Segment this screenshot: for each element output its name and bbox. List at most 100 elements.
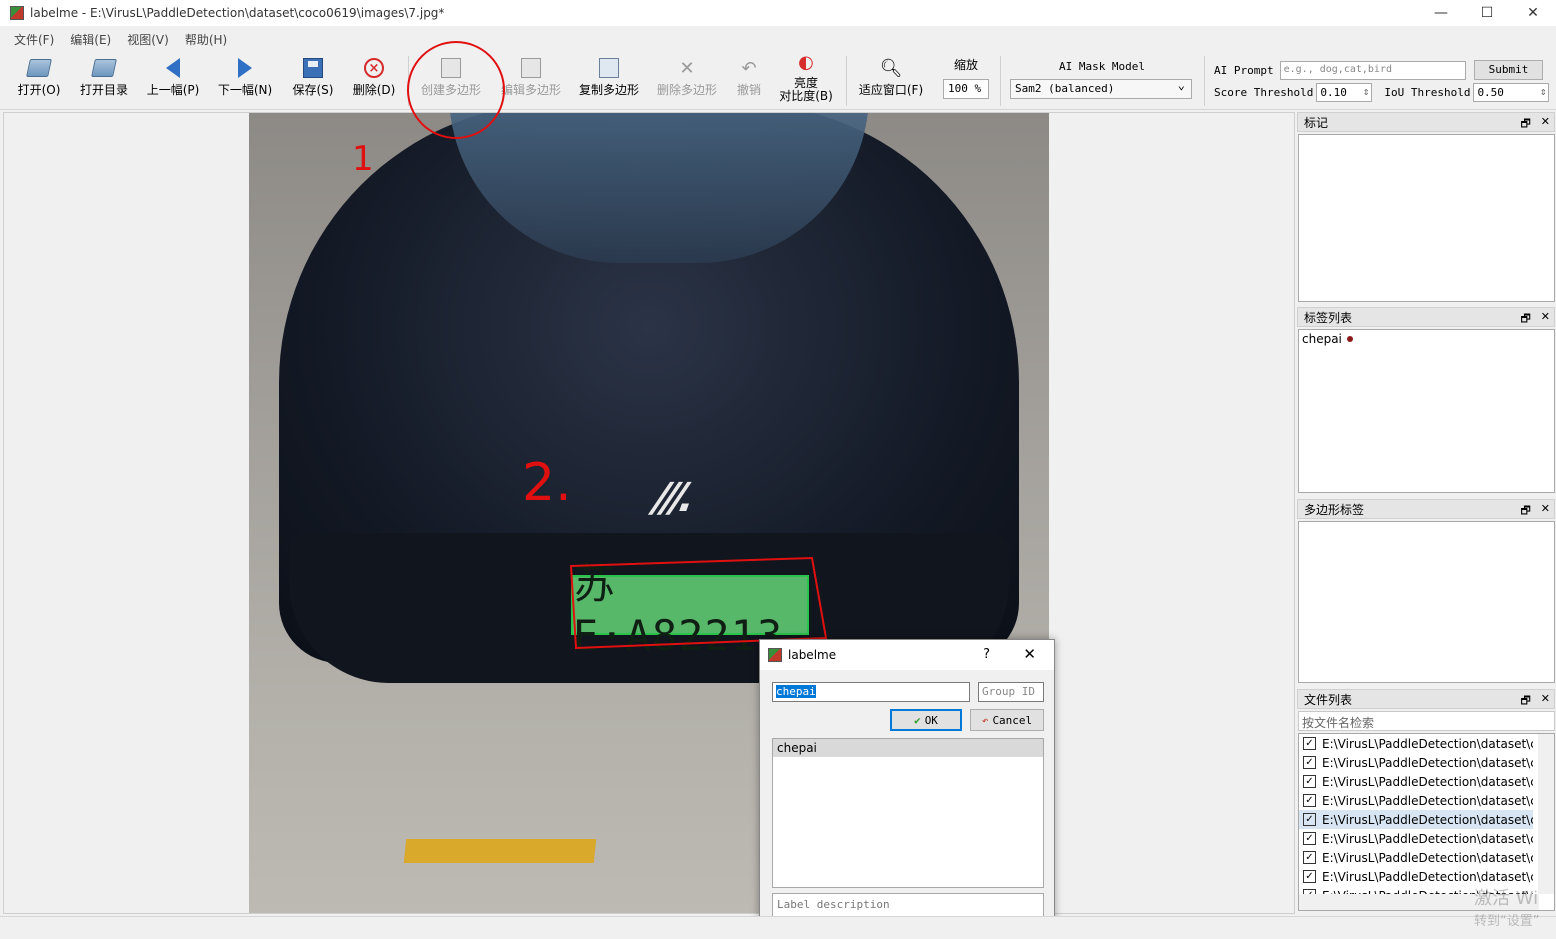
labelme-app-icon <box>10 6 24 20</box>
cancel-button[interactable]: ↶ Cancel <box>970 709 1044 731</box>
label-name-input[interactable]: chepai <box>772 682 970 702</box>
checkbox[interactable]: ✓ <box>1303 870 1316 883</box>
flags-dock-title: 标记 <box>1304 115 1329 130</box>
label-color-dot <box>1346 336 1353 342</box>
activation-watermark: 激活 Wi <box>1474 888 1539 909</box>
open-button[interactable]: 打开(O) <box>14 56 64 106</box>
dialog-close-button[interactable]: ✕ <box>1023 645 1036 663</box>
list-item[interactable]: ✓E:\VirusL\PaddleDetection\dataset\cc <box>1299 791 1533 810</box>
list-item[interactable]: ✓E:\VirusL\PaddleDetection\dataset\cc <box>1299 753 1533 772</box>
undo-arrow-icon: ↶ <box>981 713 989 727</box>
file-list-dock-title: 文件列表 <box>1304 692 1353 707</box>
menu-file[interactable]: 文件(F) <box>6 31 62 48</box>
menu-help[interactable]: 帮助(H) <box>177 31 235 48</box>
toolbar-separator <box>846 56 847 106</box>
vertical-scrollbar[interactable] <box>1538 734 1554 894</box>
delete-polygon-icon: ✕ <box>679 57 695 79</box>
polygon-labels-dock: 多边形标签 🗗 ✕ <box>1297 499 1555 683</box>
checkbox[interactable]: ✓ <box>1303 794 1316 807</box>
iou-threshold-label: IoU Threshold <box>1384 85 1471 99</box>
prev-image-button[interactable]: 上一幅(P) <box>142 56 204 106</box>
close-button[interactable]: ✕ <box>1510 0 1556 26</box>
list-item[interactable]: ✓E:\VirusL\PaddleDetection\dataset\cc <box>1299 772 1533 791</box>
labelme-app-icon <box>768 648 782 662</box>
labels-dock-title: 标签列表 <box>1304 310 1353 325</box>
restore-icon[interactable]: 🗗 <box>1520 692 1530 711</box>
minimize-button[interactable]: — <box>1418 0 1464 26</box>
close-icon[interactable]: ✕ <box>1541 502 1550 521</box>
ok-button[interactable]: ✔ OK <box>890 709 962 731</box>
brightness-contrast-button[interactable]: ◐ 亮度 对比度(B) <box>774 52 838 103</box>
maximize-button[interactable]: ☐ <box>1464 0 1510 26</box>
flags-list[interactable] <box>1298 134 1555 302</box>
ai-prompt-label: AI Prompt <box>1214 63 1274 77</box>
ai-mask-model-label: AI Mask Model <box>1058 60 1146 73</box>
restore-icon[interactable]: 🗗 <box>1520 310 1530 329</box>
menu-edit[interactable]: 编辑(E) <box>62 31 119 48</box>
restore-icon[interactable]: 🗗 <box>1520 115 1530 134</box>
checkbox[interactable]: ✓ <box>1303 832 1316 845</box>
title-bar: labelme - E:\VirusL\PaddleDetection\data… <box>0 0 1556 26</box>
toolbar: 打开(O) 打开目录 上一幅(P) 下一幅(N) 保存(S) × 删除(D) 创… <box>0 50 1556 110</box>
dialog-label-list[interactable]: chepai <box>772 738 1044 888</box>
license-plate-polygon[interactable]: 苏E·A82213 <box>571 559 809 660</box>
label-dialog: labelme ? ✕ chepai Group ID ✔ OK ↶ Cance… <box>759 639 1055 939</box>
submit-button[interactable]: Submit <box>1473 60 1544 80</box>
polygon-label-list[interactable] <box>1298 521 1555 683</box>
arrow-left-icon <box>166 58 180 78</box>
list-item[interactable]: chepai <box>1299 330 1554 348</box>
labels-dock: 标签列表 🗗 ✕ chepai <box>1297 307 1555 493</box>
window-title: labelme - E:\VirusL\PaddleDetection\data… <box>30 6 445 20</box>
ai-mask-model-control: AI Mask Model Sam2 (balanced) <box>1010 60 1194 99</box>
checkbox[interactable]: ✓ <box>1303 756 1316 769</box>
open-dir-button[interactable]: 打开目录 <box>74 56 134 106</box>
checkbox[interactable]: ✓ <box>1303 851 1316 864</box>
dialog-title-bar: labelme ? ✕ <box>760 640 1054 670</box>
zoom-input[interactable]: 100 % <box>943 79 989 99</box>
label-list[interactable]: chepai <box>1298 329 1555 493</box>
file-list-dock: 文件列表 🗗 ✕ 按文件名检索 ✓ E:\VirusL\PaddleDetecti… <box>1297 689 1555 911</box>
checkbox[interactable]: ✓ <box>1303 775 1316 788</box>
group-id-input[interactable]: Group ID <box>978 682 1044 702</box>
checkbox[interactable]: ✓ <box>1303 813 1316 826</box>
check-icon: ✔ <box>914 713 921 727</box>
list-item[interactable]: ✓E:\VirusL\PaddleDetection\dataset\cc <box>1299 734 1533 753</box>
edit-polygon-icon <box>521 58 541 78</box>
list-item[interactable]: ✓E:\VirusL\PaddleDetection\dataset\cc <box>1299 829 1533 848</box>
checkbox[interactable]: ✓ <box>1303 737 1316 750</box>
ai-mask-model-select[interactable]: Sam2 (balanced) <box>1010 78 1192 99</box>
polygon-labels-dock-title: 多边形标签 <box>1304 502 1365 517</box>
close-icon[interactable]: ✕ <box>1541 115 1550 134</box>
delete-circle-icon: × <box>364 58 384 78</box>
list-item[interactable]: ✓E:\VirusL\PaddleDetection\dataset\cc <box>1299 848 1533 867</box>
create-polygon-button[interactable]: 创建多边形 <box>416 56 486 106</box>
toolbar-separator <box>1000 56 1001 106</box>
delete-file-button[interactable]: × 删除(D) <box>348 56 400 106</box>
save-button[interactable]: 保存(S) <box>288 56 338 106</box>
zoom-fit-icon: 🔍︎ <box>879 57 903 79</box>
ai-prompt-input[interactable]: e.g., dog,cat,bird <box>1279 60 1466 80</box>
close-icon[interactable]: ✕ <box>1541 310 1550 329</box>
score-threshold-spinbox[interactable]: 0.10 <box>1316 82 1373 102</box>
close-icon[interactable]: ✕ <box>1541 692 1550 711</box>
help-button[interactable]: ? <box>983 647 990 662</box>
iou-threshold-spinbox[interactable]: 0.50 <box>1473 82 1550 102</box>
menu-view[interactable]: 视图(V) <box>119 31 177 48</box>
open-folder-icon <box>26 59 52 77</box>
score-threshold-label: Score Threshold <box>1214 85 1314 99</box>
activation-watermark-sub: 转到“设置” <box>1474 914 1540 929</box>
list-item-selected[interactable]: ✓ E:\VirusL\PaddleDetection\dataset\cc <box>1299 810 1533 829</box>
copy-polygon-button[interactable]: 复制多边形 <box>574 56 644 106</box>
list-item[interactable]: chepai <box>773 739 1043 757</box>
fit-window-button[interactable]: 🔍︎ 适应窗口(F) <box>854 56 928 106</box>
menu-bar: 文件(F) 编辑(E) 视图(V) 帮助(H) <box>0 28 235 50</box>
edit-polygon-button[interactable]: 编辑多边形 <box>496 56 566 106</box>
delete-polygon-button[interactable]: ✕ 删除多边形 <box>652 56 722 106</box>
parking-line <box>403 839 597 863</box>
status-bar <box>0 916 1556 939</box>
next-image-button[interactable]: 下一幅(N) <box>214 56 276 106</box>
image-canvas[interactable]: ///. 苏E·A82213 <box>3 112 1295 914</box>
file-search-input[interactable]: 按文件名检索 <box>1298 711 1555 731</box>
undo-button[interactable]: ↶ 撤销 <box>730 56 768 106</box>
restore-icon[interactable]: 🗗 <box>1520 502 1530 521</box>
